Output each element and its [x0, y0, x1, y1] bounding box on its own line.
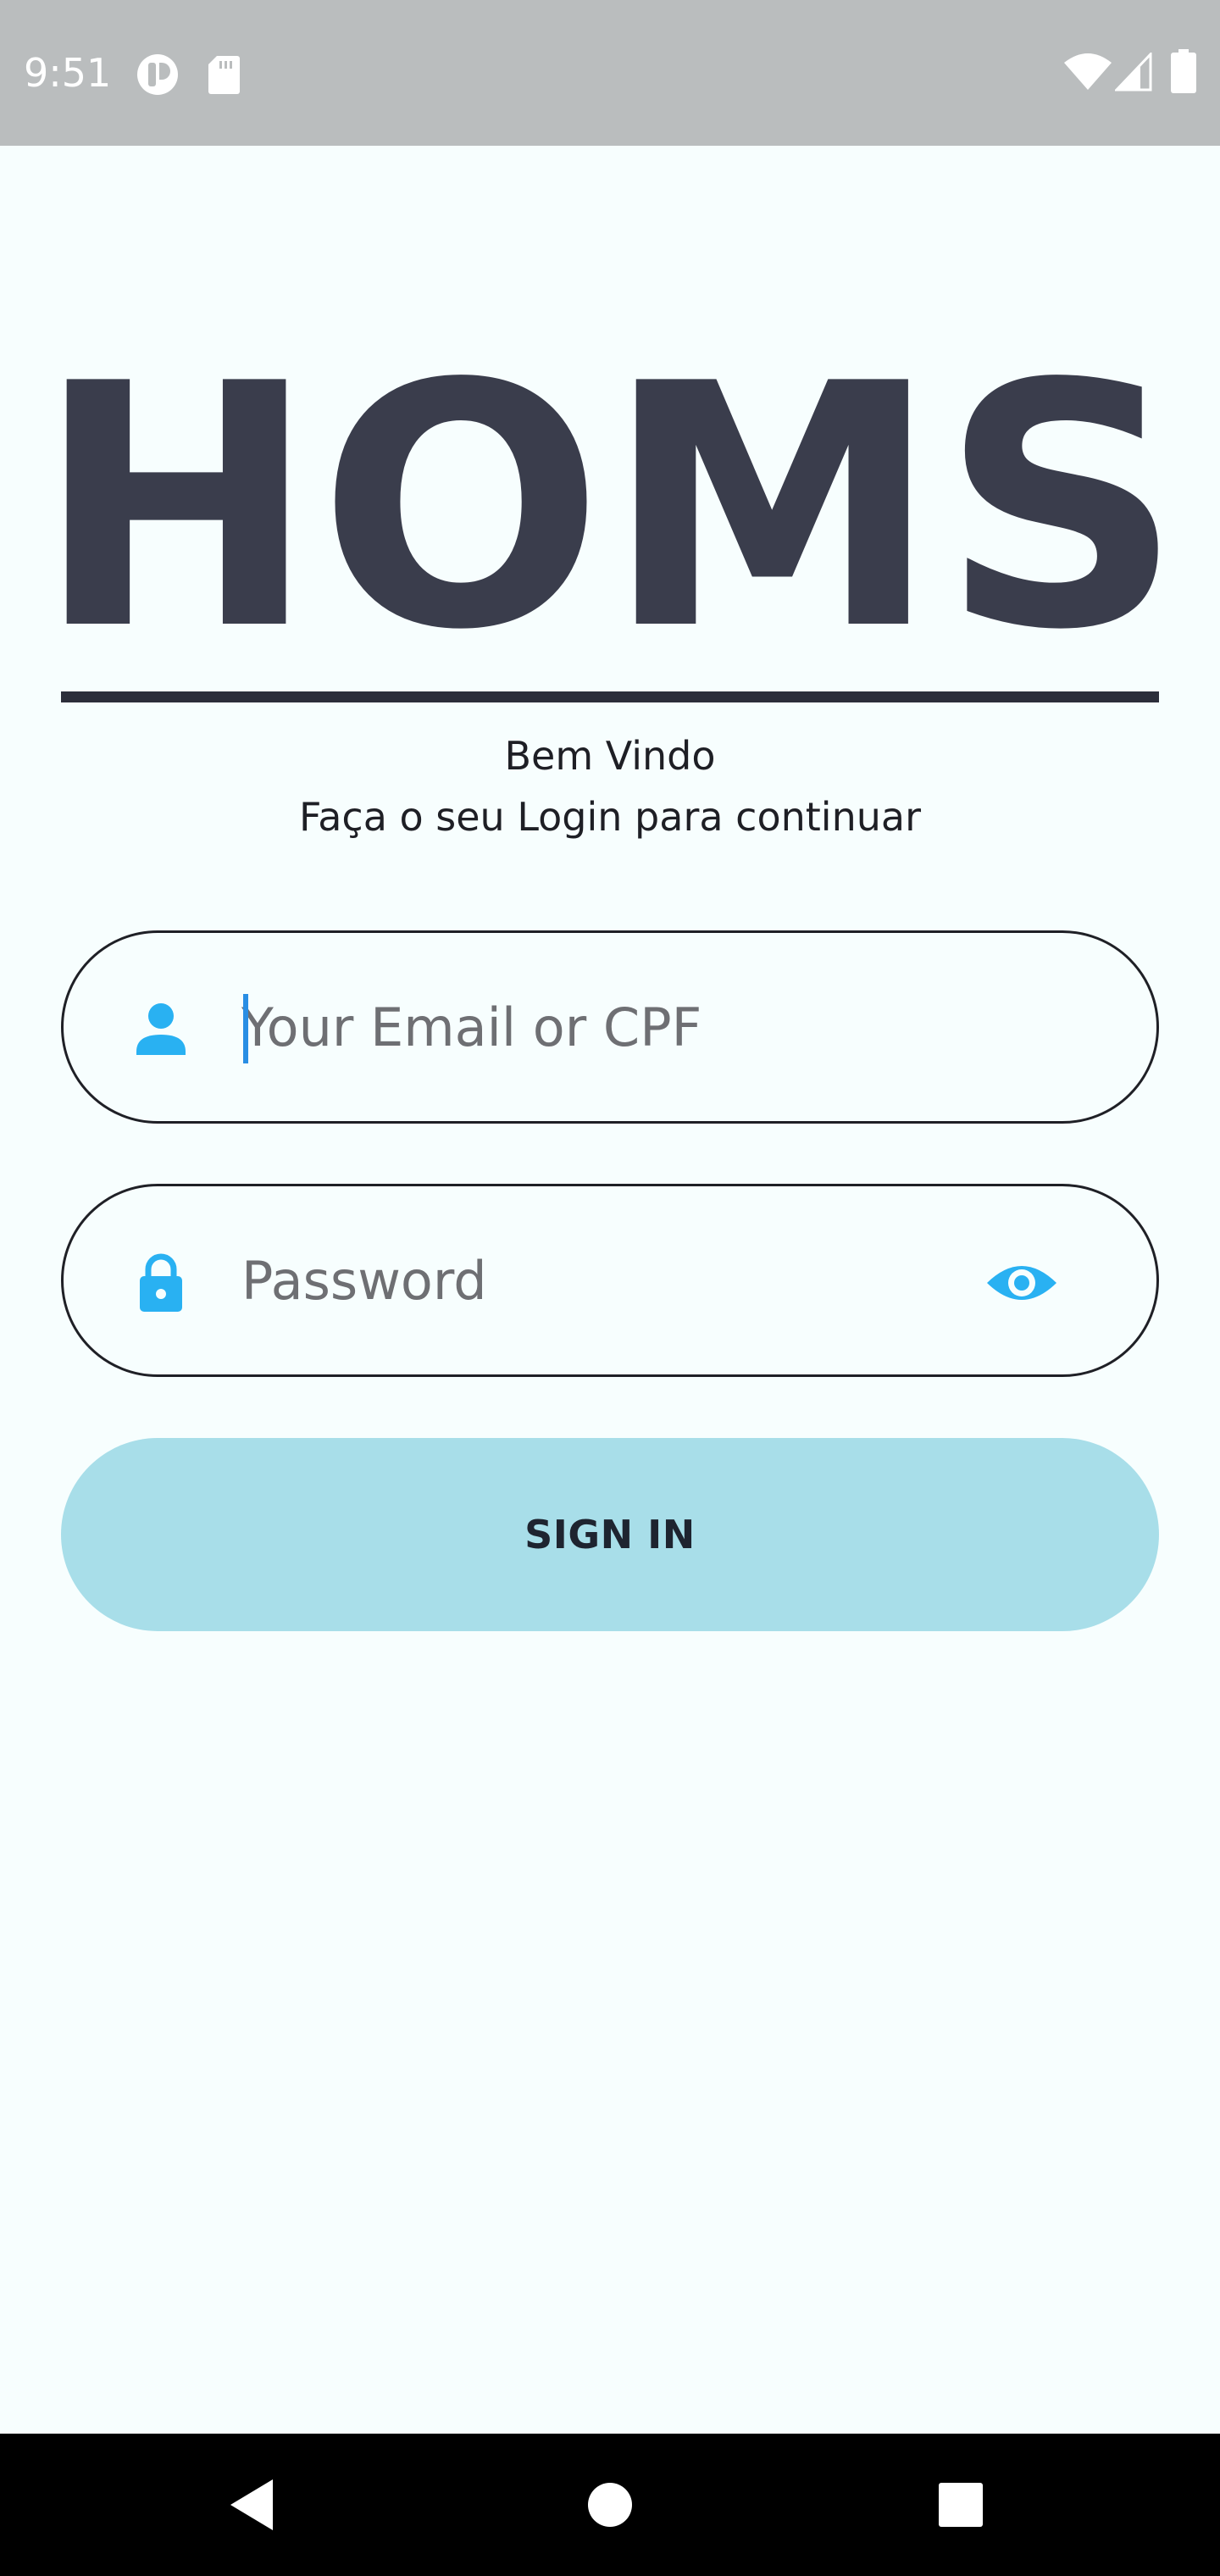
sign-in-label: SIGN IN: [524, 1512, 696, 1557]
navigation-bar: [0, 2434, 1220, 2576]
email-input[interactable]: [241, 979, 1004, 1077]
welcome-title: Bem Vindo: [504, 733, 716, 779]
brand-logo: HOMS: [36, 313, 1184, 703]
user-icon: [136, 1003, 186, 1055]
sign-in-button[interactable]: SIGN IN: [61, 1438, 1159, 1631]
lock-icon: [140, 1253, 182, 1312]
status-time: 9:51: [24, 50, 112, 96]
status-bar: 9:51: [0, 0, 1220, 146]
battery-icon: [1171, 49, 1196, 93]
sd-card-icon: [208, 56, 240, 94]
app-notification-icon: [137, 54, 178, 95]
home-icon[interactable]: [573, 2468, 647, 2542]
password-field[interactable]: [61, 1184, 1159, 1377]
wifi-icon: [1064, 53, 1112, 90]
eye-icon[interactable]: [984, 1254, 1060, 1312]
password-input[interactable]: [241, 1232, 1004, 1330]
email-field[interactable]: [61, 930, 1159, 1124]
recents-icon[interactable]: [923, 2468, 998, 2542]
brand-divider: [61, 691, 1159, 702]
welcome-subtitle: Faça o seu Login para continuar: [299, 794, 921, 840]
back-icon[interactable]: [217, 2468, 291, 2542]
text-caret: [243, 994, 248, 1063]
cell-signal-icon: [1115, 53, 1152, 92]
